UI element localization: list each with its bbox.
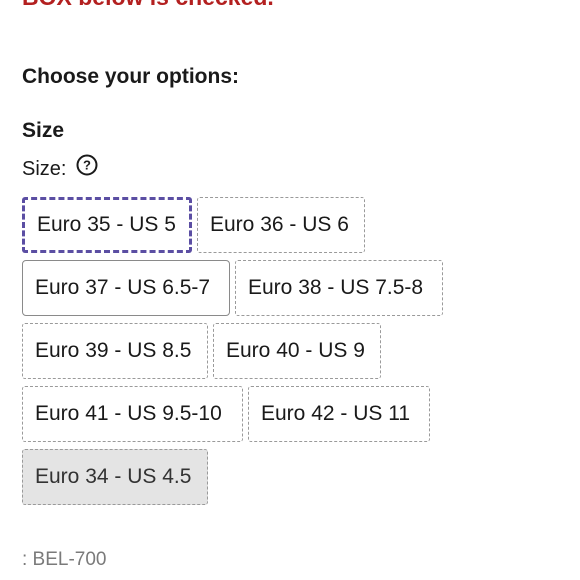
size-label: Size:	[22, 158, 67, 180]
size-option-euro-40[interactable]: Euro 40 - US 9	[213, 323, 381, 379]
size-option-euro-42[interactable]: Euro 42 - US 11	[248, 386, 430, 442]
warning-message: BOX below is checked.	[22, 0, 274, 11]
size-option-euro-38[interactable]: Euro 38 - US 7.5-8	[235, 260, 443, 316]
size-options-row: Euro 37 - US 6.5-7 Euro 38 - US 7.5-8	[22, 260, 462, 316]
svg-text:?: ?	[83, 157, 91, 172]
question-circle-icon[interactable]: ?	[76, 154, 98, 176]
size-options-row: Euro 34 - US 4.5	[22, 449, 462, 505]
size-option-euro-36[interactable]: Euro 36 - US 6	[197, 197, 365, 253]
options-title: Choose your options:	[22, 65, 239, 88]
sku-text: : BEL-700	[22, 549, 107, 570]
size-option-euro-34[interactable]: Euro 34 - US 4.5	[22, 449, 208, 505]
size-option-euro-37[interactable]: Euro 37 - US 6.5-7	[22, 260, 230, 316]
size-options-row: Euro 35 - US 5 Euro 36 - US 6	[22, 197, 462, 253]
size-options: Euro 35 - US 5 Euro 36 - US 6 Euro 37 - …	[22, 197, 462, 512]
size-options-row: Euro 41 - US 9.5-10 Euro 42 - US 11	[22, 386, 462, 442]
product-options-page: BOX below is checked. Choose your option…	[0, 0, 580, 580]
size-label-row: Size: ?	[22, 154, 98, 181]
size-options-row: Euro 39 - US 8.5 Euro 40 - US 9	[22, 323, 462, 379]
size-option-euro-35[interactable]: Euro 35 - US 5	[22, 197, 192, 253]
size-option-euro-39[interactable]: Euro 39 - US 8.5	[22, 323, 208, 379]
size-heading: Size	[22, 119, 65, 142]
size-option-euro-41[interactable]: Euro 41 - US 9.5-10	[22, 386, 243, 442]
